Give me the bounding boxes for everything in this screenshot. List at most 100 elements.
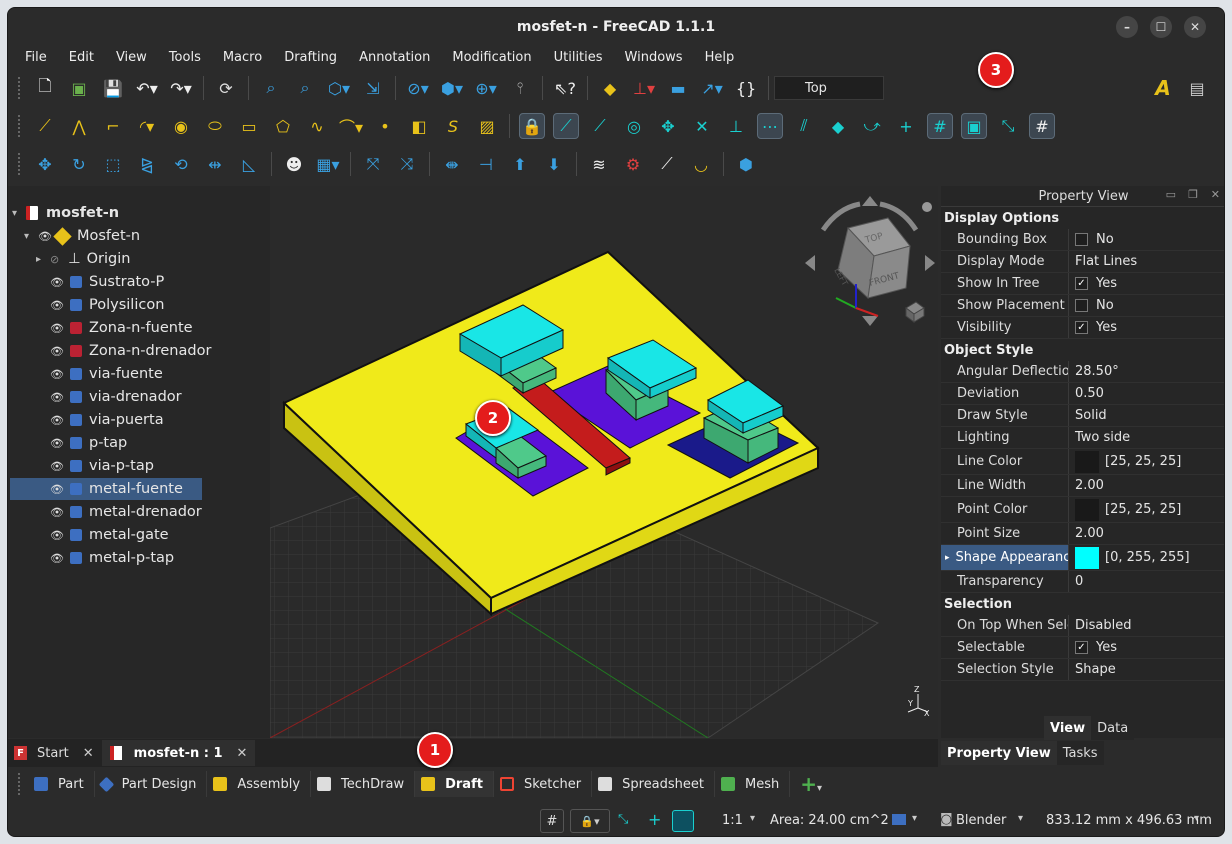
3d-viewport[interactable]: TOP FRONT LEFT Z Y X bbox=[270, 186, 938, 738]
toggle-grid-icon[interactable]: # bbox=[1029, 113, 1055, 139]
tree-item-via-puerta[interactable]: 👁 via-puerta bbox=[50, 409, 164, 431]
downgrade-arrow-icon[interactable]: ⬇ bbox=[541, 151, 567, 177]
part-icon[interactable]: ◆ bbox=[597, 75, 623, 101]
snap-special-icon[interactable]: ◆ bbox=[825, 113, 851, 139]
ortho-icon[interactable]: + bbox=[648, 810, 661, 829]
close-tab-icon[interactable]: ✕ bbox=[83, 746, 94, 761]
eye-icon[interactable]: 👁 bbox=[50, 552, 64, 565]
tab-mosfet-n[interactable]: mosfet-n : 1 ✕ bbox=[101, 740, 256, 766]
color-swatch[interactable] bbox=[1075, 498, 1099, 521]
snap-midpoint-icon[interactable]: ⟋ bbox=[587, 113, 613, 139]
scale-dropdown-icon[interactable]: ▾ bbox=[750, 813, 755, 824]
tab-data[interactable]: Data bbox=[1091, 716, 1135, 740]
property-value-cell[interactable]: ✓ Yes bbox=[1069, 637, 1224, 658]
eye-icon[interactable]: 👁 bbox=[50, 483, 64, 496]
eye-icon[interactable]: 👁 bbox=[38, 230, 52, 243]
expand-arrow-icon[interactable]: ▾ bbox=[12, 208, 26, 219]
checkbox-checked-icon[interactable]: ✓ bbox=[1075, 321, 1088, 334]
grid-toggle-icon[interactable]: # bbox=[540, 809, 564, 833]
property-value-cell[interactable]: ✓ Yes bbox=[1069, 273, 1224, 294]
axis-icon[interactable]: ⊥▾ bbox=[631, 75, 657, 101]
workbench-draft[interactable]: Draft bbox=[415, 771, 494, 797]
close-icon[interactable]: ✕ bbox=[1184, 16, 1206, 38]
property-value-cell[interactable]: 28.50° bbox=[1069, 361, 1224, 382]
property-row[interactable]: Transparency 0 bbox=[941, 571, 1224, 593]
property-row[interactable]: Point Size 2.00 bbox=[941, 523, 1224, 545]
snap-intersection-icon[interactable]: ✕ bbox=[689, 113, 715, 139]
close-tab-icon[interactable]: ✕ bbox=[237, 746, 248, 761]
shapestring-icon[interactable]: S bbox=[440, 113, 466, 139]
save-icon[interactable]: 💾 bbox=[100, 75, 126, 101]
units-dropdown-icon[interactable]: ▾ bbox=[1194, 813, 1199, 824]
fit-all-icon[interactable]: ⌕ bbox=[258, 75, 284, 101]
tree-item-origin[interactable]: ▸ ⊘ ⊥ Origin bbox=[36, 248, 130, 270]
property-row[interactable]: Show In Tree ✓ Yes bbox=[941, 273, 1224, 295]
rotate-icon[interactable]: ↻ bbox=[66, 151, 92, 177]
property-group-header[interactable]: Object Style bbox=[941, 339, 1224, 361]
refresh-icon[interactable]: ⟳ bbox=[213, 75, 239, 101]
eye-icon[interactable]: 👁 bbox=[50, 322, 64, 335]
expand-arrow-icon[interactable]: ▸ bbox=[945, 553, 950, 563]
join-icon[interactable]: ⇼ bbox=[439, 151, 465, 177]
trim-icon[interactable]: ◺ bbox=[236, 151, 262, 177]
wire-to-bspline-icon[interactable]: ≋ bbox=[586, 151, 612, 177]
clone-icon[interactable]: ☻ bbox=[281, 151, 307, 177]
tree-item-metal-fuente[interactable]: 👁 metal-fuente bbox=[10, 478, 202, 500]
tree-item-metal-gate[interactable]: 👁 metal-gate bbox=[50, 524, 169, 546]
property-row[interactable]: Bounding Box No bbox=[941, 229, 1224, 251]
upgrade-icon[interactable]: ⤧ bbox=[360, 151, 386, 177]
scale-value[interactable]: 1:1 bbox=[722, 813, 743, 828]
snap-ortho-icon[interactable]: + bbox=[893, 113, 919, 139]
snap-dimensions-icon[interactable]: ⤡ bbox=[995, 113, 1021, 139]
snap-near-icon[interactable]: ⤻ bbox=[859, 113, 885, 139]
box-selection-icon[interactable]: ⬢▾ bbox=[439, 75, 465, 101]
menu-utilities[interactable]: Utilities bbox=[543, 50, 614, 65]
snap-lock-icon[interactable]: 🔒 bbox=[519, 113, 545, 139]
property-value-cell[interactable]: [0, 255, 255] bbox=[1069, 545, 1224, 570]
workbench-spreadsheet[interactable]: Spreadsheet bbox=[592, 771, 716, 797]
property-value-cell[interactable]: Shape bbox=[1069, 659, 1224, 680]
snap-endpoint-icon[interactable]: ⟋ bbox=[553, 113, 579, 139]
folder-icon[interactable]: ▬ bbox=[665, 75, 691, 101]
new-file-icon[interactable]: 🗋 bbox=[32, 75, 58, 101]
menu-view[interactable]: View bbox=[105, 50, 158, 65]
eye-icon[interactable]: 👁 bbox=[50, 299, 64, 312]
snap-perpendicular-icon[interactable]: ⊥ bbox=[723, 113, 749, 139]
array-icon[interactable]: ▦▾ bbox=[315, 151, 341, 177]
eye-icon[interactable]: 👁 bbox=[50, 391, 64, 404]
tree-root[interactable]: ▾ mosfet-n bbox=[12, 202, 119, 224]
close-panel-icon[interactable]: ✕ bbox=[1211, 188, 1220, 201]
tree-item-polysilicon[interactable]: 👁 Polysilicon bbox=[50, 294, 164, 316]
eye-icon[interactable]: 👁 bbox=[50, 414, 64, 427]
tab-start[interactable]: F Start ✕ bbox=[8, 740, 102, 766]
tab-tasks[interactable]: Tasks bbox=[1056, 741, 1104, 765]
snap-angle-icon[interactable]: ✥ bbox=[655, 113, 681, 139]
upgrade-arrow-icon[interactable]: ⬆ bbox=[507, 151, 533, 177]
navigation-style[interactable]: Blender bbox=[956, 813, 1006, 828]
restore-icon[interactable]: ❐ bbox=[1188, 188, 1198, 201]
property-value-cell[interactable]: [25, 25, 25] bbox=[1069, 497, 1224, 522]
working-plane-selector[interactable]: Top bbox=[774, 76, 884, 100]
float-icon[interactable]: ▭ bbox=[1166, 188, 1176, 201]
property-value-cell[interactable]: 2.00 bbox=[1069, 475, 1224, 496]
menu-windows[interactable]: Windows bbox=[614, 50, 694, 65]
property-value-cell[interactable]: No bbox=[1069, 229, 1224, 250]
workbench-part[interactable]: Part bbox=[28, 771, 95, 797]
workbench-techdraw[interactable]: TechDraw bbox=[311, 771, 416, 797]
property-row[interactable]: Show Placement No bbox=[941, 295, 1224, 317]
tree-item-p-tap[interactable]: 👁 p-tap bbox=[50, 432, 127, 454]
whats-this-icon[interactable]: ⇖? bbox=[552, 75, 578, 101]
property-value-cell[interactable]: Two side bbox=[1069, 427, 1224, 448]
menu-modification[interactable]: Modification bbox=[441, 50, 542, 65]
snap-grid-icon[interactable]: # bbox=[927, 113, 953, 139]
clipping-icon[interactable]: ⫯ bbox=[507, 75, 533, 101]
stretch-icon[interactable]: ⇹ bbox=[202, 151, 228, 177]
working-plane-icon[interactable] bbox=[672, 810, 694, 832]
line-icon[interactable]: ⟋ bbox=[32, 113, 58, 139]
move-icon[interactable]: ✥ bbox=[32, 151, 58, 177]
eye-icon[interactable]: 👁 bbox=[50, 368, 64, 381]
draw-style-icon[interactable]: ⊘▾ bbox=[405, 75, 431, 101]
ellipse-icon[interactable]: ⬭ bbox=[202, 113, 228, 139]
measure-icon[interactable]: ⊕▾ bbox=[473, 75, 499, 101]
menu-edit[interactable]: Edit bbox=[58, 50, 105, 65]
